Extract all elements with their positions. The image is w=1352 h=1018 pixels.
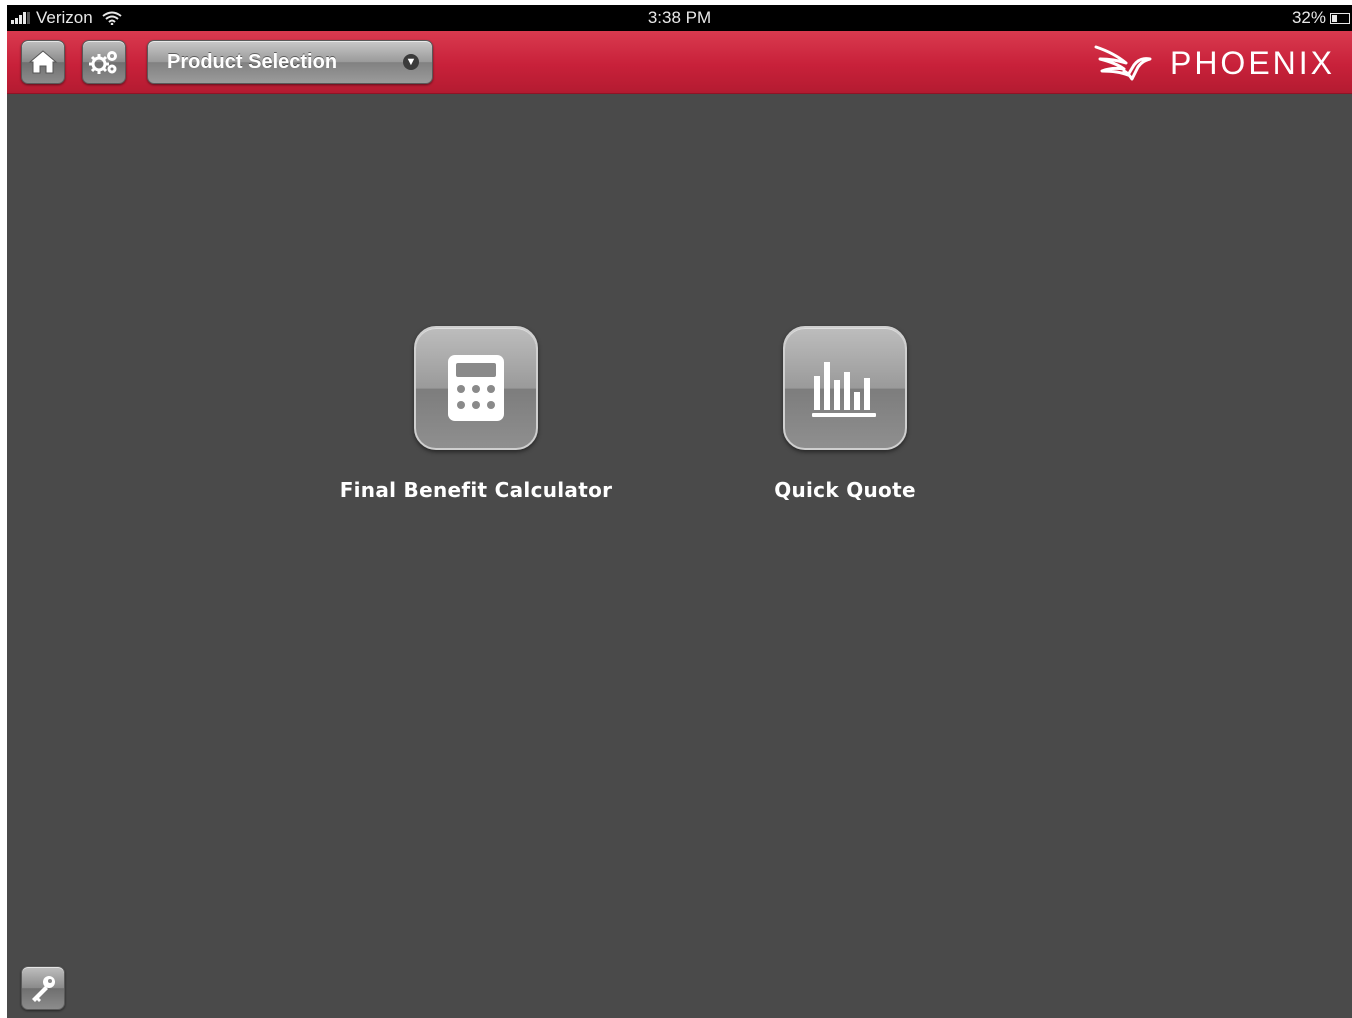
final-benefit-calculator-label: Final Benefit Calculator [339,478,613,502]
final-benefit-calculator-tile[interactable]: Final Benefit Calculator [326,326,626,502]
quick-quote-button[interactable] [783,326,907,450]
brand-logo: PHOENIX [1094,41,1335,85]
battery-percent: 32% [1291,8,1326,27]
key-icon [32,976,55,1002]
final-benefit-calculator-button[interactable] [414,326,538,450]
home-icon [28,50,58,74]
product-selection-label: Product Selection [167,51,338,73]
clock: 3:38 PM [647,8,712,27]
chevron-down-icon: ▼ [403,54,419,70]
battery-icon [1330,12,1350,24]
app-header: Product Selection ▼ PHOENIX [7,31,1352,94]
calculator-icon [448,355,504,421]
gears-icon [89,51,117,74]
status-bar: Verizon 3:38 PM 32% [7,5,1352,31]
product-selection-dropdown[interactable]: Product Selection ▼ [147,40,433,84]
quick-quote-tile[interactable]: Quick Quote [695,326,995,502]
home-button[interactable] [21,40,65,84]
status-right: 32% [1292,8,1350,28]
settings-button[interactable] [82,40,126,84]
key-button[interactable] [21,966,65,1010]
brand-wordmark: PHOENIX [1169,44,1335,81]
bar-chart-icon [812,362,876,417]
phoenix-bird-icon [1094,45,1152,81]
app-window: Verizon 3:38 PM 32% Product Selection ▼ … [7,5,1352,1018]
quick-quote-label: Quick Quote [774,478,916,502]
